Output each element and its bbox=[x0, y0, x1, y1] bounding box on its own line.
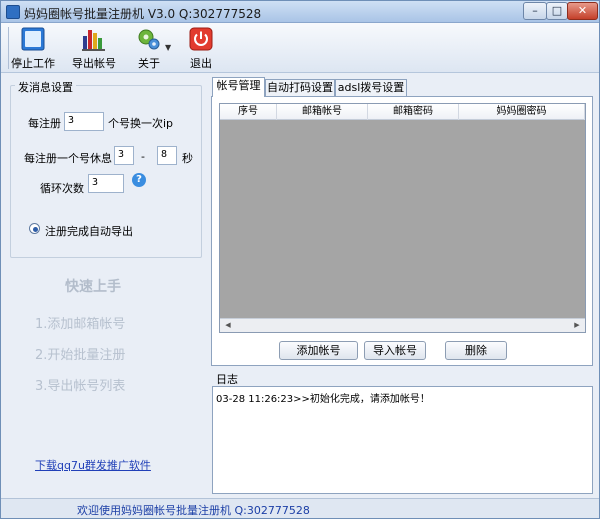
column-header-index[interactable]: 序号 bbox=[220, 104, 277, 120]
exit-button[interactable]: 退出 bbox=[181, 25, 221, 71]
quick-start-title: 快速上手 bbox=[65, 279, 121, 295]
scroll-left-icon[interactable]: ◀ bbox=[221, 320, 235, 331]
column-header-mama-password[interactable]: 妈妈圈密码 bbox=[459, 104, 585, 120]
per-register-suffix: 个号换一次ip bbox=[108, 117, 174, 130]
rest-max-input[interactable]: 8 bbox=[157, 146, 177, 165]
column-header-email-password[interactable]: 邮箱密码 bbox=[368, 104, 459, 120]
exit-label: 退出 bbox=[190, 57, 212, 70]
rest-min-input[interactable]: 3 bbox=[114, 146, 134, 165]
auto-export-radio[interactable] bbox=[29, 223, 40, 234]
log-textbox[interactable]: 03-28 11:26:23>>初始化完成，请添加帐号！ bbox=[212, 386, 593, 494]
loop-count-label: 循环次数 bbox=[40, 182, 84, 195]
toolbar: 停止工作 导出帐号 关于 ▼ 退出 bbox=[1, 23, 599, 73]
add-account-button[interactable]: 添加帐号 bbox=[279, 341, 358, 360]
about-label: 关于 bbox=[138, 57, 160, 70]
export-accounts-label: 导出帐号 bbox=[72, 57, 116, 70]
tab-account-management[interactable]: 帐号管理 bbox=[212, 77, 265, 97]
table-header: 序号 邮箱帐号 邮箱密码 妈妈圈密码 bbox=[220, 104, 585, 120]
power-icon bbox=[189, 27, 213, 51]
accounts-table[interactable]: 序号 邮箱帐号 邮箱密码 妈妈圈密码 ◀ ▶ bbox=[219, 103, 586, 333]
maximize-button[interactable]: □ bbox=[546, 2, 568, 20]
bar-chart-icon bbox=[82, 30, 105, 51]
quick-start-step: 1.添加邮箱帐号 bbox=[35, 317, 126, 332]
export-accounts-button[interactable]: 导出帐号 bbox=[67, 25, 121, 71]
gears-icon bbox=[138, 29, 160, 50]
download-software-link[interactable]: 下载qq7u群发推广软件 bbox=[35, 457, 151, 473]
stop-work-label: 停止工作 bbox=[11, 57, 55, 70]
column-header-email[interactable]: 邮箱帐号 bbox=[277, 104, 368, 120]
app-icon bbox=[6, 5, 20, 19]
app-window: 妈妈圈帐号批量注册机 V3.0 Q:302777528 – □ ✕ 停止工作 导… bbox=[0, 0, 600, 519]
loop-count-input[interactable]: 3 bbox=[88, 174, 124, 193]
status-text: 欢迎使用妈妈圈帐号批量注册机 Q:302777528 bbox=[77, 504, 310, 517]
radio-selected-dot bbox=[33, 227, 38, 232]
minimize-button[interactable]: – bbox=[523, 2, 547, 20]
scroll-right-icon[interactable]: ▶ bbox=[570, 320, 584, 331]
rest-unit-label: 秒 bbox=[182, 152, 193, 165]
tab-auto-captcha[interactable]: 自动打码设置 bbox=[265, 79, 335, 96]
auto-export-label[interactable]: 注册完成自动导出 bbox=[45, 223, 133, 239]
horizontal-scrollbar[interactable]: ◀ ▶ bbox=[220, 318, 585, 332]
message-settings-title: 发消息设置 bbox=[15, 79, 76, 95]
log-title: 日志 bbox=[216, 373, 238, 386]
help-icon[interactable]: ? bbox=[132, 173, 146, 187]
quick-start-step: 2.开始批量注册 bbox=[35, 348, 126, 363]
chevron-down-icon[interactable]: ▼ bbox=[165, 43, 171, 52]
rest-range-dash: - bbox=[141, 150, 145, 163]
stop-work-button[interactable]: 停止工作 bbox=[9, 25, 57, 71]
title-bar[interactable]: 妈妈圈帐号批量注册机 V3.0 Q:302777528 – □ ✕ bbox=[1, 1, 599, 23]
window-title: 妈妈圈帐号批量注册机 V3.0 Q:302777528 bbox=[24, 7, 262, 21]
status-bar: 欢迎使用妈妈圈帐号批量注册机 Q:302777528 bbox=[1, 498, 599, 518]
import-accounts-button[interactable]: 导入帐号 bbox=[364, 341, 426, 360]
delete-button[interactable]: 删除 bbox=[445, 341, 507, 360]
close-button[interactable]: ✕ bbox=[567, 2, 598, 20]
ip-change-count-input[interactable]: 3 bbox=[64, 112, 104, 131]
log-line: 03-28 11:26:23>>初始化完成，请添加帐号！ bbox=[216, 394, 430, 405]
stop-icon bbox=[21, 27, 45, 51]
per-register-label: 每注册 bbox=[28, 117, 61, 130]
quick-start-step: 3.导出帐号列表 bbox=[35, 379, 126, 394]
rest-label: 每注册一个号休息 bbox=[24, 152, 112, 165]
tab-adsl-dialup[interactable]: adsl拨号设置 bbox=[335, 79, 407, 96]
